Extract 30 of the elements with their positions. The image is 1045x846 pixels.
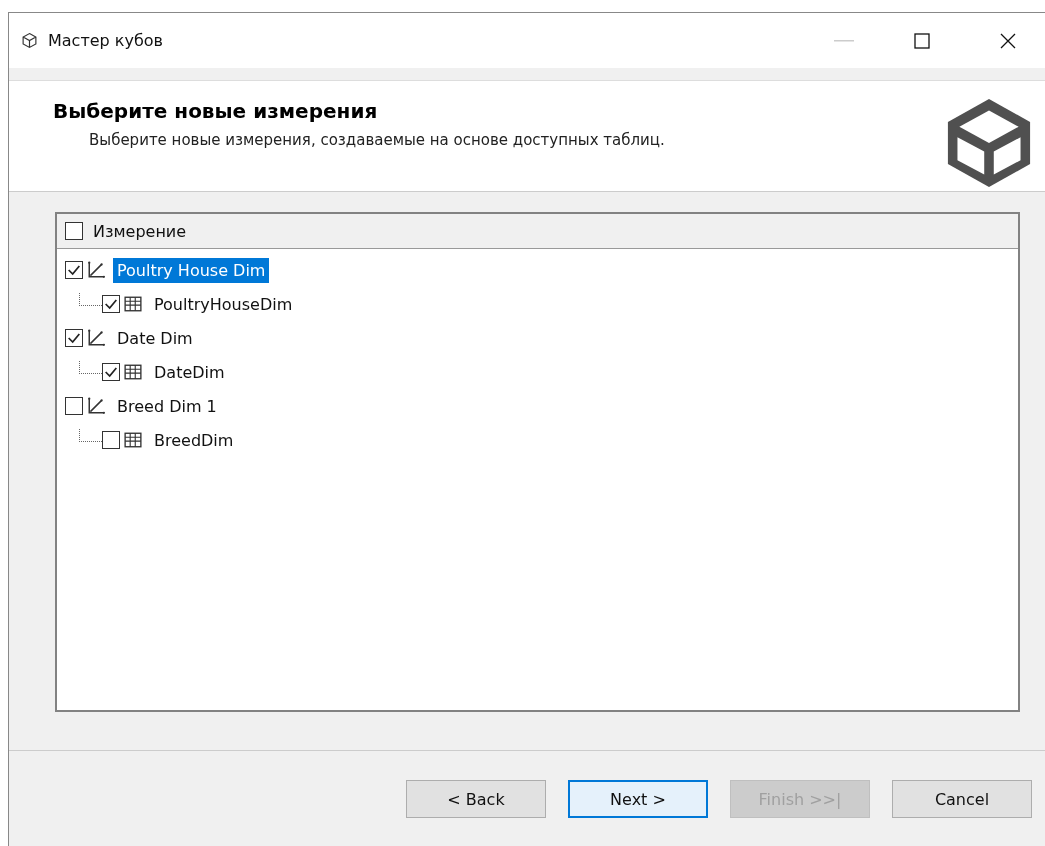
tree-item[interactable]: Poultry House Dim	[113, 257, 270, 283]
window-title: Мастер кубов	[48, 31, 164, 50]
tree-item[interactable]: Date Dim	[113, 325, 197, 351]
table-icon	[124, 363, 142, 381]
wizard-button[interactable]: < Back	[406, 780, 546, 818]
page-title: Выберите новые измерения	[53, 99, 379, 123]
column-header[interactable]: Измерение	[93, 221, 187, 241]
tree-item[interactable]: Breed Dim 1	[113, 393, 221, 419]
close-icon[interactable]	[1000, 32, 1016, 49]
table-icon	[124, 295, 142, 313]
checkbox[interactable]	[65, 329, 83, 347]
wizard-button[interactable]: Next >	[568, 780, 708, 818]
checkbox[interactable]	[65, 261, 83, 279]
tree-item[interactable]: DateDim	[150, 359, 229, 385]
checkbox[interactable]	[65, 397, 83, 415]
chart-axis-icon	[87, 261, 105, 279]
wizard-button[interactable]: Cancel	[892, 780, 1032, 818]
cube-icon	[946, 97, 1032, 189]
page-subtitle: Выберите новые измерения, создаваемые на основе доступных таблиц.	[89, 131, 666, 149]
checkbox[interactable]	[65, 222, 83, 240]
chart-axis-icon	[87, 397, 105, 415]
maximize-icon[interactable]	[914, 32, 930, 49]
cube-icon	[21, 32, 38, 49]
tree-item[interactable]: PoultryHouseDim	[150, 291, 297, 317]
table-icon	[124, 431, 142, 449]
checkbox[interactable]	[102, 431, 120, 449]
tree-item[interactable]: BreedDim	[150, 427, 238, 453]
checkbox[interactable]	[102, 295, 120, 313]
checkbox[interactable]	[102, 363, 120, 381]
chart-axis-icon	[87, 329, 105, 347]
